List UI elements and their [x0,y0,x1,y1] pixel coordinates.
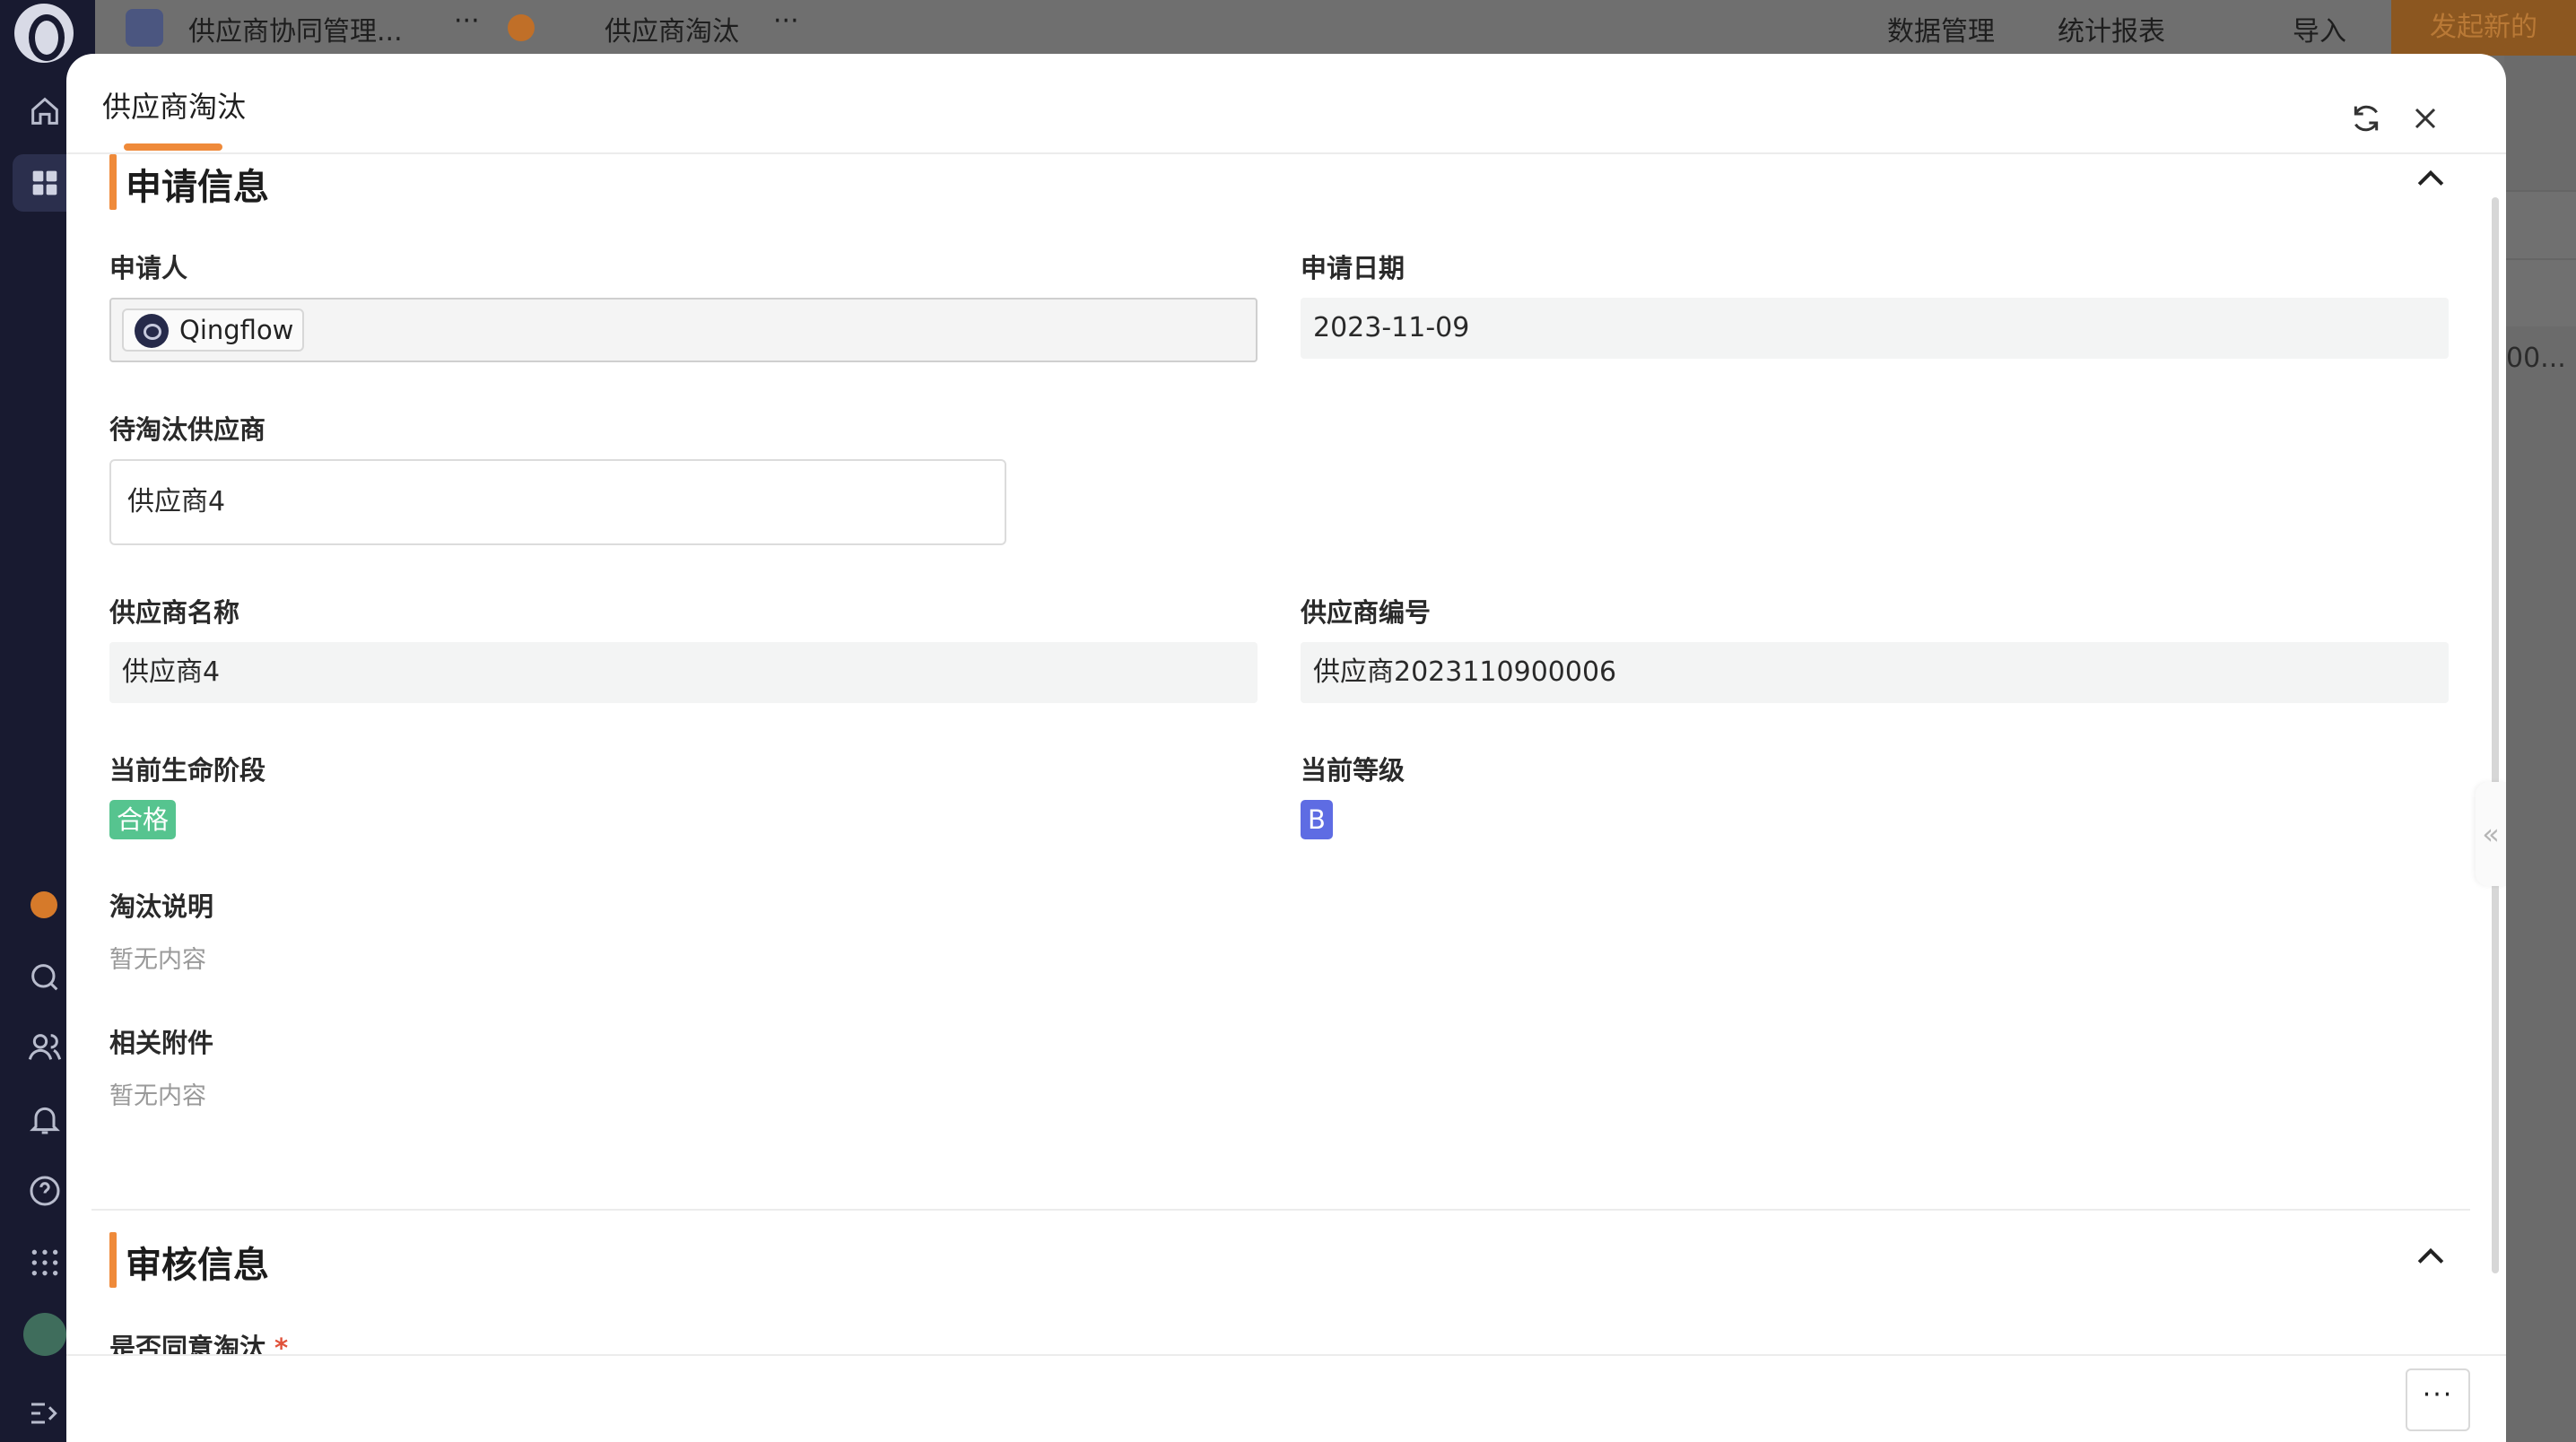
dialog-body: 申请信息 申请人 Qingflow 申请日期 2023-11-09 待淘汰供应商… [66,154,2506,1408]
section-accent-bar [109,1232,117,1288]
attachment-empty-text: 暂无内容 [109,1082,206,1110]
apply-date-field: 2023-11-09 [1301,298,2449,359]
member-avatar [135,314,169,348]
data-manage-label: 数据管理 [1887,16,1995,48]
form-more-button[interactable]: ··· [773,5,799,37]
pending-supplier-value: 供应商4 [127,486,226,517]
lifecycle-tag: 合格 [109,800,177,839]
title-active-indicator [124,143,222,151]
scrollbar[interactable] [2492,197,2499,1273]
import-label: 导入 [2293,16,2346,48]
background-table-edge: 00... [2504,56,2576,1442]
supplier-name-label: 供应商名称 [109,597,240,628]
review-info-title: 审核信息 [126,1245,269,1286]
apply-info-title: 申请信息 [126,167,269,208]
review-info-section-header: 审核信息 [109,1232,2444,1288]
side-panel-toggle-icon[interactable]: « [2476,782,2506,886]
lifecycle-label: 当前生命阶段 [109,755,266,786]
table-row [2504,258,2576,326]
search-icon[interactable] [27,960,63,995]
applicant-field: Qingflow [109,298,1258,362]
contacts-icon[interactable] [27,1029,63,1065]
dialog-header: 供应商淘汰 [66,54,2506,154]
import-button[interactable]: 导入 [2257,9,2346,48]
start-new-button[interactable]: 发起新的 [2391,0,2576,56]
apps-grid-icon[interactable] [27,1245,63,1281]
app-icon [126,9,163,47]
reason-empty-text: 暂无内容 [109,946,206,974]
bell-icon[interactable] [27,1101,63,1137]
applicant-label: 申请人 [109,253,188,283]
supplier-code-label: 供应商编号 [1301,597,1432,628]
section-accent-bar [109,154,117,210]
pending-supplier-field[interactable]: 供应商4 [109,459,1006,545]
apply-info-section-header: 申请信息 [109,154,2444,210]
qingflow-logo[interactable] [14,4,74,63]
expand-sidebar-icon[interactable] [27,1395,63,1431]
home-icon[interactable] [27,93,63,129]
dialog-footer: ··· [66,1354,2506,1442]
refresh-icon[interactable] [2348,100,2384,136]
grade-tag: B [1301,800,1333,839]
more-actions-button[interactable]: ··· [2406,1368,2470,1431]
supplier-name-field: 供应商4 [109,642,1258,703]
grade-label: 当前等级 [1301,755,1405,786]
add-form-icon[interactable] [508,14,535,41]
stats-report-label: 统计报表 [2058,16,2165,48]
reason-label: 淘汰说明 [109,891,214,922]
member-name: Qingflow [179,315,294,345]
workspace-icon[interactable] [27,165,63,201]
chevron-up-icon[interactable] [2411,1238,2450,1277]
app-name[interactable]: 供应商协同管理... [188,9,403,48]
help-icon[interactable] [27,1173,63,1209]
form-tab-name[interactable]: 供应商淘汰 [605,9,739,48]
close-icon[interactable] [2407,100,2443,136]
section-divider [91,1209,2470,1211]
supplier-elimination-dialog: 供应商淘汰 申请信息 申请人 Qingflow 申请日期 2023-11-09 … [66,54,2506,1442]
attachment-label: 相关附件 [109,1028,214,1058]
chevron-up-icon[interactable] [2411,160,2450,199]
stats-report-button[interactable]: 统计报表 [2022,9,2165,48]
table-row [2504,190,2576,258]
supplier-code-field: 供应商2023110900006 [1301,642,2449,703]
app-topbar: 供应商协同管理... ··· 供应商淘汰 ··· 数据管理 统计报表 导入 发起… [95,0,2576,56]
member-chip[interactable]: Qingflow [122,308,305,352]
table-cell-fragment: 00... [2506,343,2566,374]
user-avatar[interactable] [23,1313,66,1356]
app-more-button[interactable]: ··· [454,5,480,37]
add-icon[interactable] [30,891,57,918]
pending-supplier-label: 待淘汰供应商 [109,414,266,445]
dialog-title: 供应商淘汰 [102,90,247,124]
apply-date-label: 申请日期 [1301,253,1405,283]
data-manage-button[interactable]: 数据管理 [1851,9,1995,48]
